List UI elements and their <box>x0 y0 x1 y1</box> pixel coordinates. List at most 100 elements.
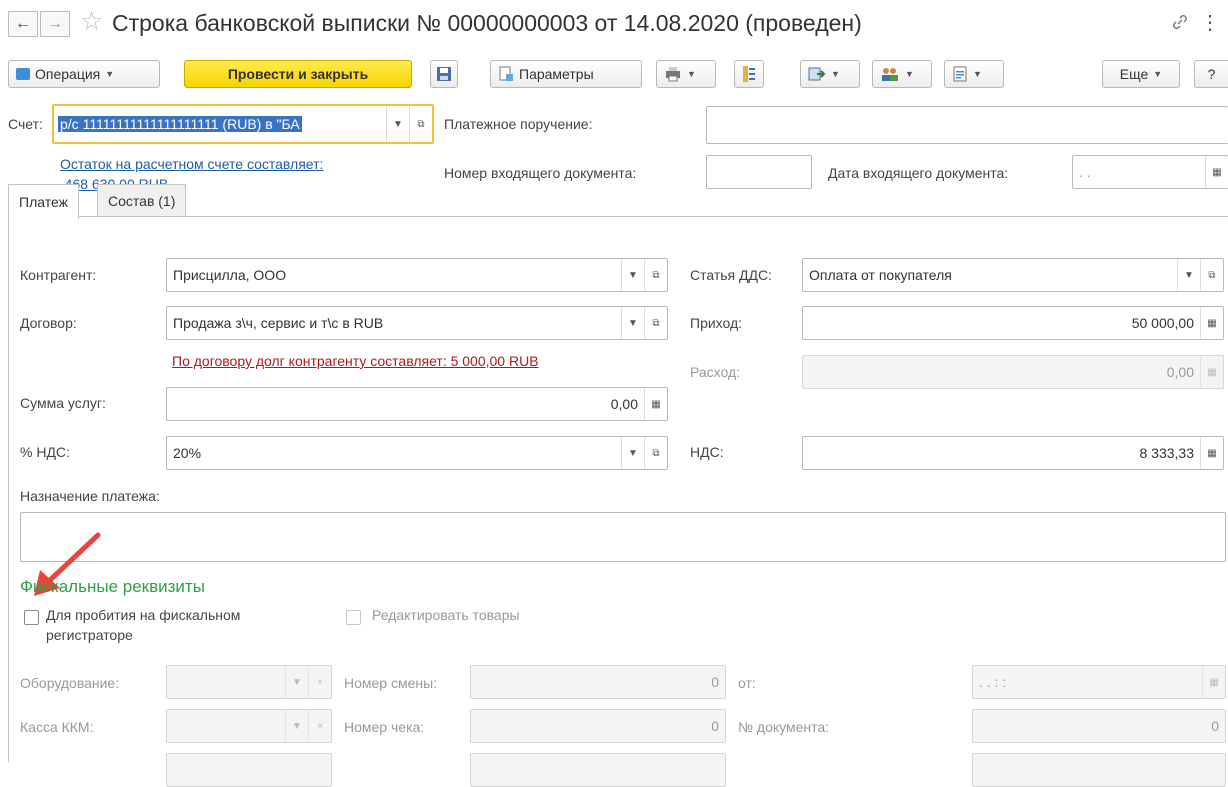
incoming-date-field[interactable]: . . ▦ <box>1072 155 1228 189</box>
open-icon[interactable]: ⧉ <box>644 307 667 339</box>
payment-order-field[interactable] <box>706 106 1228 144</box>
kkm-field: ▼ × <box>166 709 332 743</box>
back-button[interactable]: ← <box>8 11 38 37</box>
vat-field[interactable]: 8 333,33 ▦ <box>802 436 1224 470</box>
report-icon <box>953 66 967 82</box>
tab-payment[interactable]: Платеж <box>8 184 79 219</box>
chevron-down-icon[interactable]: ▼ <box>621 259 644 291</box>
income-value: 50 000,00 <box>1131 315 1194 331</box>
account-field[interactable]: р/с 11111111111111111111 (RUB) в "БА ▼ ⧉ <box>52 104 434 144</box>
expense-value: 0,00 <box>1166 364 1194 380</box>
print-fiscal-label-line2: регистраторе <box>46 627 133 643</box>
more-menu-icon[interactable]: ⋮ <box>1200 10 1220 35</box>
document-settings-icon <box>499 66 513 81</box>
chevron-down-icon: ▼ <box>285 666 308 698</box>
post-and-close-button[interactable]: Провести и закрыть <box>184 60 412 88</box>
users-button[interactable]: ▼ <box>872 60 932 88</box>
chevron-down-icon: ▼ <box>831 69 840 79</box>
expense-label: Расход: <box>690 364 741 380</box>
vat-value: 8 333,33 <box>1139 445 1195 461</box>
help-icon: ? <box>1207 66 1216 82</box>
incoming-date-label: Дата входящего документа: <box>828 165 1009 181</box>
structure-button[interactable] <box>734 60 764 88</box>
more-button[interactable]: Еще ▼ <box>1102 60 1180 88</box>
operation-label: Операция <box>35 66 101 82</box>
contract-debt-link[interactable]: По договору долг контрагенту составляет:… <box>172 353 539 369</box>
calendar-icon[interactable]: ▦ <box>1205 156 1228 188</box>
expense-field: 0,00 ▦ <box>802 355 1224 389</box>
parameters-button[interactable]: Параметры <box>490 60 642 88</box>
link-icon[interactable] <box>1170 12 1190 32</box>
calculator-icon[interactable]: ▦ <box>1200 307 1223 339</box>
contract-label: Договор: <box>20 315 77 331</box>
save-icon <box>437 67 451 81</box>
print-button[interactable]: ▼ <box>656 60 716 88</box>
clear-icon: × <box>308 666 331 698</box>
equipment-label: Оборудование: <box>20 675 120 691</box>
document-number-label: № документа: <box>738 719 830 735</box>
shift-number-label: Номер смены: <box>344 675 438 691</box>
services-sum-field[interactable]: 0,00 ▦ <box>166 387 668 421</box>
next-row-field-2 <box>470 753 726 787</box>
save-button[interactable] <box>430 60 458 88</box>
reports-button[interactable]: ▼ <box>944 60 1004 88</box>
counterparty-value: Присцилла, ООО <box>173 267 287 283</box>
dds-label: Статья ДДС: <box>690 267 772 283</box>
calculator-icon: ▦ <box>1200 356 1223 388</box>
chevron-down-icon[interactable]: ▼ <box>621 437 644 469</box>
chevron-down-icon[interactable]: ▼ <box>621 307 644 339</box>
star-icon[interactable]: ☆ <box>80 6 103 37</box>
chevron-down-icon: ▼ <box>105 69 115 79</box>
arrow-right-icon: → <box>47 15 63 32</box>
calculator-icon[interactable]: ▦ <box>1200 437 1223 469</box>
document-structure-icon <box>743 66 755 82</box>
open-icon[interactable]: ⧉ <box>409 106 432 142</box>
forward-button[interactable]: → <box>40 11 70 37</box>
open-icon[interactable]: ⧉ <box>1200 259 1223 291</box>
open-icon[interactable]: ⧉ <box>644 259 667 291</box>
chevron-down-icon: ▼ <box>1153 69 1163 79</box>
check-number-label: Номер чека: <box>344 719 425 735</box>
next-row-field-3 <box>972 753 1226 787</box>
vat-rate-field[interactable]: 20% ▼ ⧉ <box>166 436 668 470</box>
page-title: Строка банковской выписки № 00000000003 … <box>112 10 862 36</box>
dds-field[interactable]: Оплата от покупателя ▼ ⧉ <box>802 258 1224 292</box>
contract-value: Продажа з\ч, сервис и т\с в RUB <box>173 315 384 331</box>
open-icon[interactable]: ⧉ <box>644 437 667 469</box>
create-based-on-button[interactable]: ▼ <box>800 60 860 88</box>
counterparty-label: Контрагент: <box>20 267 97 283</box>
services-sum-value: 0,00 <box>610 396 638 412</box>
from-label: от: <box>738 675 756 691</box>
operation-button[interactable]: Операция ▼ <box>8 60 160 88</box>
help-button[interactable]: ? <box>1194 60 1228 88</box>
calculator-icon[interactable]: ▦ <box>644 388 667 420</box>
chevron-down-icon: ▼ <box>905 69 914 79</box>
chevron-down-icon[interactable]: ▼ <box>386 106 409 142</box>
document-number-value: 0 <box>1211 718 1219 734</box>
vat-rate-label: % НДС: <box>20 444 70 460</box>
shift-number-field: 0 <box>470 665 726 699</box>
more-label: Еще <box>1119 66 1149 82</box>
tab-composition[interactable]: Состав (1) <box>97 184 187 217</box>
incoming-number-label: Номер входящего документа: <box>444 165 637 181</box>
income-label: Приход: <box>690 315 743 331</box>
shift-number-value: 0 <box>711 674 719 690</box>
users-icon <box>882 68 898 81</box>
incoming-number-field[interactable] <box>706 155 812 189</box>
chevron-down-icon[interactable]: ▼ <box>1177 259 1200 291</box>
edit-goods-label: Редактировать товары <box>372 607 520 623</box>
create-based-icon <box>808 67 826 81</box>
balance-link-line1[interactable]: Остаток на расчетном счете составляет: <box>60 156 323 172</box>
counterparty-field[interactable]: Присцилла, ООО ▼ ⧉ <box>166 258 668 292</box>
contract-field[interactable]: Продажа з\ч, сервис и т\с в RUB ▼ ⧉ <box>166 306 668 340</box>
chevron-down-icon: ▼ <box>973 69 982 79</box>
fiscal-heading: Фискальные реквизиты <box>20 577 205 596</box>
kkm-label: Касса ККМ: <box>20 719 94 735</box>
chevron-down-icon: ▼ <box>687 69 696 79</box>
from-date-value: . . : : <box>979 674 1007 690</box>
payment-purpose-field[interactable] <box>20 512 1226 562</box>
check-number-value: 0 <box>711 718 719 734</box>
print-fiscal-checkbox[interactable] <box>24 610 39 625</box>
operation-icon <box>16 68 30 80</box>
income-field[interactable]: 50 000,00 ▦ <box>802 306 1224 340</box>
